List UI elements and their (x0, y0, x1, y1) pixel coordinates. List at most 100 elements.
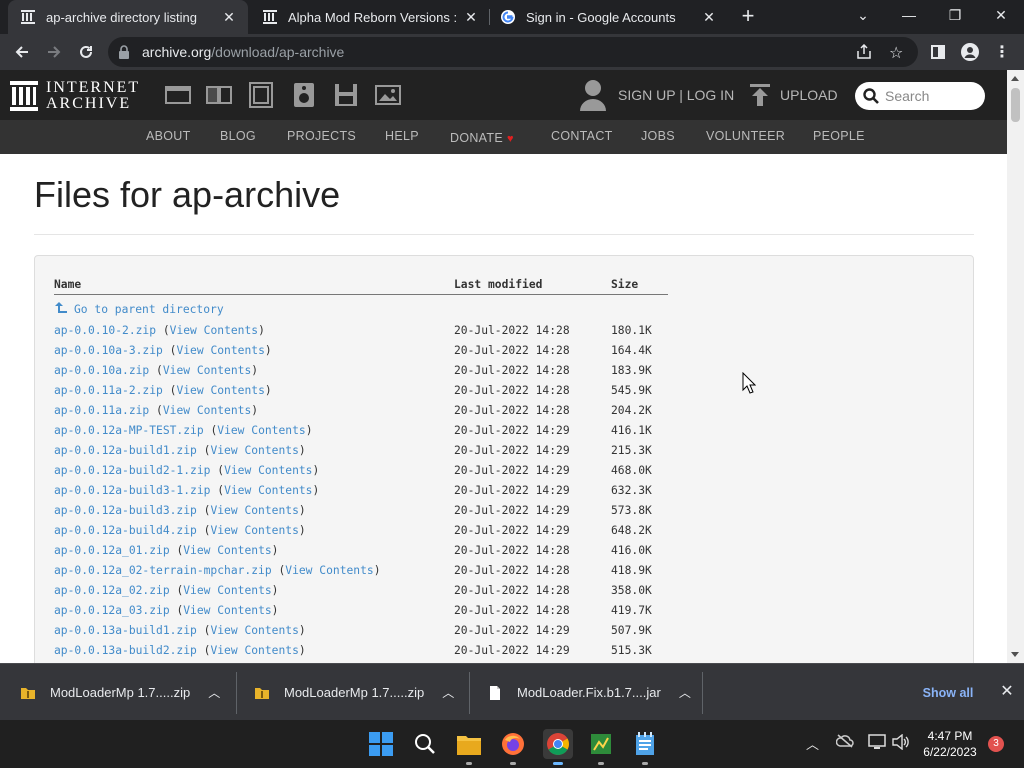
close-window-icon[interactable]: ✕ (978, 0, 1024, 32)
file-link[interactable]: ap-0.0.10-2.zip (54, 324, 156, 337)
windows-start-icon[interactable] (367, 730, 395, 758)
software-floppy-icon[interactable] (333, 82, 361, 108)
show-all-button[interactable]: Show all (912, 679, 984, 707)
nav-help[interactable]: HELP (385, 129, 419, 143)
scrollbar-thumb[interactable] (1011, 88, 1020, 122)
download-item-3[interactable]: ModLoader.Fix.b1.7....jar ︿ (487, 664, 701, 721)
signup-login-link[interactable]: SIGN UP | LOG IN (580, 70, 734, 120)
view-contents-link[interactable]: View Contents (210, 444, 298, 457)
back-arrow-icon[interactable] (10, 40, 34, 64)
texts-book-icon[interactable] (206, 82, 234, 108)
file-link[interactable]: ap-0.0.13a-build2.zip (54, 644, 197, 657)
file-link[interactable]: ap-0.0.12a-build1.zip (54, 444, 197, 457)
minimize-icon[interactable]: — (886, 0, 932, 32)
network-icon[interactable] (868, 734, 886, 753)
view-contents-link[interactable]: View Contents (170, 324, 258, 337)
view-contents-link[interactable]: View Contents (224, 484, 312, 497)
download-item-2[interactable]: ModLoaderMp 1.7.....zip ︿ (254, 664, 468, 721)
file-link[interactable]: ap-0.0.12a-build3-1.zip (54, 484, 210, 497)
view-contents-link[interactable]: View Contents (183, 584, 271, 597)
app-chart-icon[interactable] (587, 730, 615, 758)
view-contents-link[interactable]: View Contents (183, 604, 271, 617)
notepad-icon[interactable] (631, 730, 659, 758)
video-film-icon[interactable] (248, 82, 276, 108)
chevron-up-icon[interactable]: ︿ (442, 684, 454, 701)
view-contents-link[interactable]: View Contents (210, 504, 298, 517)
nav-people[interactable]: PEOPLE (813, 129, 865, 143)
view-contents-link[interactable]: View Contents (217, 424, 305, 437)
file-link[interactable]: ap-0.0.12a_02.zip (54, 584, 170, 597)
view-contents-link[interactable]: View Contents (163, 404, 251, 417)
parent-directory-link[interactable]: Go to parent directory (74, 303, 224, 316)
side-panel-icon[interactable] (926, 40, 950, 64)
scroll-up-icon[interactable] (1011, 76, 1019, 81)
parent-arrow-icon[interactable] (54, 301, 68, 318)
file-link[interactable]: ap-0.0.12a-build3.zip (54, 504, 197, 517)
scroll-down-icon[interactable] (1011, 652, 1019, 657)
view-contents-link[interactable]: View Contents (176, 384, 264, 397)
new-tab-icon[interactable]: + (736, 5, 760, 29)
file-link[interactable]: ap-0.0.12a_03.zip (54, 604, 170, 617)
view-contents-link[interactable]: View Contents (176, 344, 264, 357)
search-input[interactable] (885, 88, 985, 104)
audio-speaker-icon[interactable] (291, 82, 319, 108)
profile-avatar-icon[interactable] (958, 40, 982, 64)
tab-search-chevron-icon[interactable]: ⌄ (840, 0, 886, 32)
file-link[interactable]: ap-0.0.11a.zip (54, 404, 149, 417)
chevron-up-icon[interactable]: ︿ (208, 684, 220, 701)
download-item-1[interactable]: ModLoaderMp 1.7.....zip ︿ (20, 664, 236, 721)
nav-contact[interactable]: CONTACT (551, 129, 613, 143)
tray-overflow-chevron-icon[interactable]: ︿ (806, 734, 819, 753)
close-tab-icon[interactable]: ✕ (700, 8, 718, 26)
lock-icon[interactable] (118, 45, 130, 64)
reload-icon[interactable] (74, 40, 98, 64)
view-contents-link[interactable]: View Contents (210, 524, 298, 537)
tab-alpha-mod[interactable]: Alpha Mod Reborn Versions : Mr ✕ (250, 0, 490, 34)
view-contents-link[interactable]: View Contents (210, 624, 298, 637)
tab-ap-archive[interactable]: ap-archive directory listing ✕ (8, 0, 248, 34)
tab-google-signin[interactable]: Sign in - Google Accounts ✕ (488, 0, 728, 34)
bookmark-star-icon[interactable]: ☆ (889, 43, 903, 63)
chrome-menu-icon[interactable]: ⋮ (990, 40, 1014, 64)
nav-blog[interactable]: BLOG (220, 129, 256, 143)
page-scrollbar[interactable] (1007, 70, 1024, 663)
file-link[interactable]: ap-0.0.12a-build2-1.zip (54, 464, 210, 477)
share-icon[interactable] (856, 43, 872, 65)
file-link[interactable]: ap-0.0.10a-3.zip (54, 344, 163, 357)
notification-badge[interactable]: 3 (988, 736, 1004, 752)
ia-search-box[interactable] (855, 82, 985, 110)
nav-projects[interactable]: PROJECTS (287, 129, 356, 143)
images-icon[interactable] (375, 82, 403, 108)
view-contents-link[interactable]: View Contents (210, 644, 298, 657)
close-tab-icon[interactable]: ✕ (220, 8, 238, 26)
nav-volunteer[interactable]: VOLUNTEER (706, 129, 785, 143)
file-explorer-icon[interactable] (455, 730, 483, 758)
chevron-up-icon[interactable]: ︿ (679, 684, 691, 701)
file-link[interactable]: ap-0.0.13a-build1.zip (54, 624, 197, 637)
taskbar-search-icon[interactable] (411, 730, 439, 758)
web-icon[interactable] (165, 82, 193, 108)
view-contents-link[interactable]: View Contents (224, 464, 312, 477)
onedrive-cloud-icon[interactable] (835, 734, 854, 751)
forward-arrow-icon[interactable] (42, 40, 66, 64)
upload-link[interactable]: UPLOAD (750, 70, 838, 120)
nav-jobs[interactable]: JOBS (641, 129, 675, 143)
volume-icon[interactable] (892, 733, 910, 753)
ia-logo[interactable]: INTERNET ARCHIVE (10, 80, 140, 112)
chrome-taskbar-icon[interactable] (543, 729, 573, 759)
view-contents-link[interactable]: View Contents (285, 564, 373, 577)
nav-donate-wrap[interactable]: DONATE ♥ (450, 129, 514, 147)
file-link[interactable]: ap-0.0.12a-MP-TEST.zip (54, 424, 204, 437)
file-link[interactable]: ap-0.0.10a.zip (54, 364, 149, 377)
file-link[interactable]: ap-0.0.12a_01.zip (54, 544, 170, 557)
view-contents-link[interactable]: View Contents (183, 544, 271, 557)
system-clock[interactable]: 4:47 PM 6/22/2023 (918, 728, 982, 760)
view-contents-link[interactable]: View Contents (163, 364, 251, 377)
file-link[interactable]: ap-0.0.12a-build4.zip (54, 524, 197, 537)
close-download-bar-icon[interactable]: ✕ (996, 681, 1018, 703)
nav-about[interactable]: ABOUT (146, 129, 191, 143)
nav-donate[interactable]: DONATE (450, 131, 503, 145)
file-link[interactable]: ap-0.0.11a-2.zip (54, 384, 163, 397)
close-tab-icon[interactable]: ✕ (462, 8, 480, 26)
firefox-icon[interactable] (499, 730, 527, 758)
